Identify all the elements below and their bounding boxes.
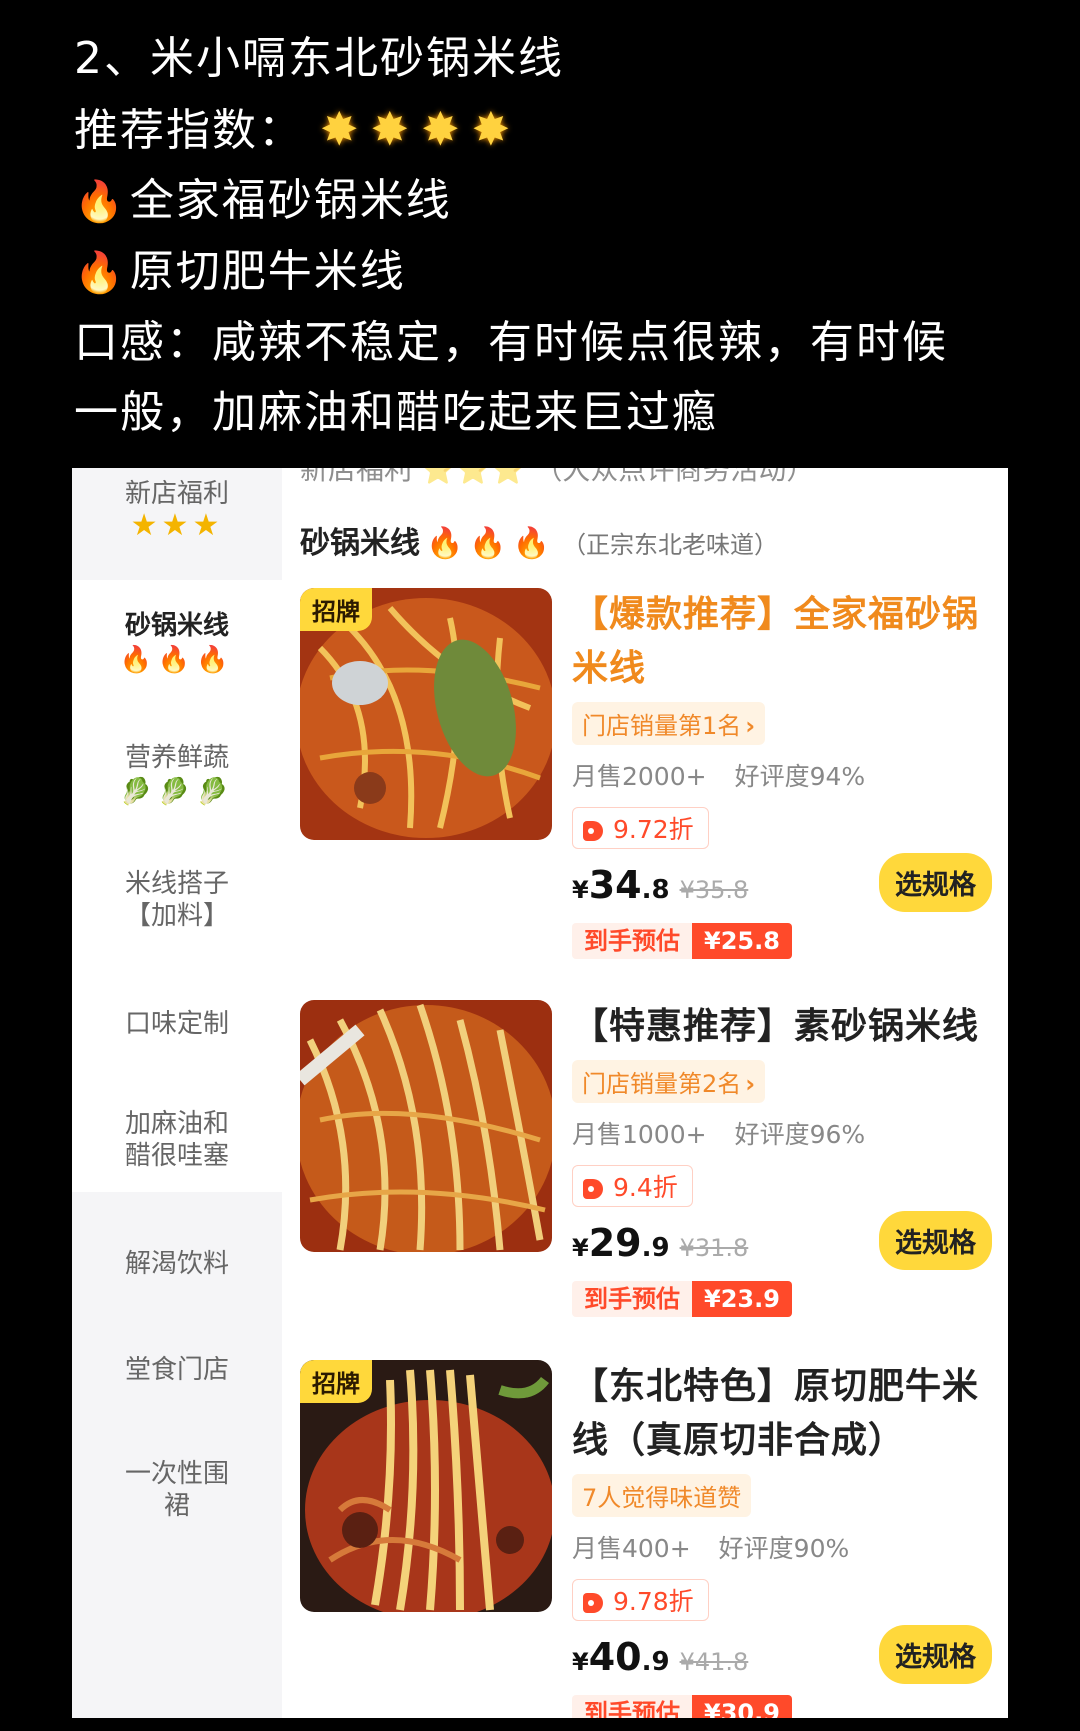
category-title: 砂锅米线	[300, 526, 420, 561]
praise-tag[interactable]: 7人觉得味道赞	[572, 1474, 752, 1517]
product-info: 【爆款推荐】全家福砂锅米线 门店销量第1名 › 月售2000+ 好评度94% 9.7…	[572, 588, 992, 959]
select-spec-button[interactable]: 选规格	[879, 1211, 992, 1270]
price-tag-icon	[583, 1593, 603, 1613]
discount-tag: 9.72折	[572, 807, 709, 849]
rating-label: 推荐指数：	[74, 105, 304, 156]
chevron-right-icon: ›	[745, 1070, 756, 1098]
discount-tag: 9.4折	[572, 1165, 693, 1207]
select-spec-button[interactable]: 选规格	[879, 853, 992, 912]
category-note: （正宗东北老味道）	[562, 531, 779, 559]
fire-icon: 🔥🔥🔥	[426, 526, 557, 561]
category-sidebar: 新店福利 ★★★ 砂锅米线 🔥🔥🔥 营养鲜蔬 🥬🥬🥬 米线搭子 【加料】 口味定…	[72, 468, 282, 1718]
original-price: ¥35.8	[679, 876, 749, 904]
product-info: 【东北特色】原切肥牛米线（真原切非合成） 7人觉得味道赞 月售400+ 好评度90…	[572, 1360, 992, 1718]
category-header: 砂锅米线 🔥🔥🔥 （正宗东北老味道）	[300, 518, 778, 562]
product-card[interactable]: 招牌 【东北特色】原切肥牛米线（真原切非合成） 7人觉得味道赞 月售400+ 好评…	[300, 1360, 1000, 1718]
product-image[interactable]	[300, 1000, 552, 1252]
sidebar-item-sesame-vinegar[interactable]: 加麻油和 醋很哇塞	[72, 1108, 282, 1188]
chevron-right-icon: ›	[745, 712, 756, 740]
price-tag-icon	[583, 821, 603, 841]
star-icon: ✸	[320, 102, 361, 156]
price-row: ¥34.8 ¥35.8 选规格	[572, 853, 992, 913]
product-image[interactable]: 招牌	[300, 1360, 552, 1612]
product-image[interactable]: 招牌	[300, 588, 552, 840]
original-price: ¥31.8	[679, 1234, 749, 1262]
sales-stats: 月售2000+ 好评度94%	[572, 762, 866, 791]
price: 34	[588, 863, 642, 907]
sidebar-item-dine-in[interactable]: 堂食门店	[72, 1354, 282, 1394]
price: 40	[588, 1635, 642, 1679]
stars-icon: ★★★	[130, 508, 224, 543]
taste-line-1: 口感：咸辣不稳定，有时候点很辣，有时候	[74, 317, 948, 368]
sidebar-item-toppings[interactable]: 米线搭子 【加料】	[72, 868, 282, 948]
caption-title: 2、米小嗝东北砂锅米线	[74, 33, 564, 84]
estimated-price: 到手预估 ¥25.8	[572, 923, 792, 959]
select-spec-button[interactable]: 选规格	[879, 1625, 992, 1684]
caption: 2、米小嗝东北砂锅米线 推荐指数： ✸ ✸ ✸ ✸ 🔥全家福砂锅米线 🔥原切肥牛米线 …	[74, 24, 1034, 448]
price: 29	[588, 1221, 642, 1265]
star-icon: ✸	[421, 102, 462, 156]
product-info: 【特惠推荐】素砂锅米线 门店销量第2名 › 月售1000+ 好评度96% 9.4折 …	[572, 1000, 992, 1317]
price-row: ¥40.9 ¥41.8 选规格	[572, 1625, 992, 1685]
estimated-price: 到手预估 ¥23.9	[572, 1281, 792, 1317]
recommend-line-1: 🔥全家福砂锅米线	[74, 175, 452, 226]
rating-line: 推荐指数： ✸ ✸ ✸ ✸	[74, 94, 1034, 166]
signature-badge: 招牌	[300, 588, 372, 631]
product-name[interactable]: 【特惠推荐】素砂锅米线	[572, 1000, 992, 1054]
price-tag-icon	[583, 1179, 603, 1199]
product-name[interactable]: 【东北特色】原切肥牛米线（真原切非合成）	[572, 1360, 992, 1468]
fire-icon: 🔥	[74, 179, 126, 225]
product-list: 新店福利 ⭐⭐⭐ （大众点评商务活动） 砂锅米线 🔥🔥🔥 （正宗东北老味道） 招牌	[282, 468, 1008, 1718]
product-card[interactable]: 【特惠推荐】素砂锅米线 门店销量第2名 › 月售1000+ 好评度96% 9.4折 …	[300, 1000, 1000, 1360]
signature-badge: 招牌	[300, 1360, 372, 1403]
sales-stats: 月售400+ 好评度90%	[572, 1534, 850, 1563]
sidebar-item-apron[interactable]: 一次性围 裙	[72, 1458, 282, 1538]
original-price: ¥41.8	[679, 1648, 749, 1676]
discount-tag: 9.78折	[572, 1579, 709, 1621]
rank-tag[interactable]: 门店销量第2名 ›	[572, 1060, 766, 1103]
sidebar-item-drinks[interactable]: 解渴饮料	[72, 1248, 282, 1288]
product-name[interactable]: 【爆款推荐】全家福砂锅米线	[572, 588, 992, 696]
sidebar-item-vegetables[interactable]: 营养鲜蔬 🥬🥬🥬	[72, 724, 282, 834]
fire-icon: 🔥	[74, 250, 126, 296]
menu-screenshot: 新店福利 ★★★ 砂锅米线 🔥🔥🔥 营养鲜蔬 🥬🥬🥬 米线搭子 【加料】 口味定…	[72, 468, 1008, 1718]
previous-category-header: 新店福利 ⭐⭐⭐ （大众点评商务活动）	[300, 468, 815, 486]
recommend-line-2: 🔥原切肥牛米线	[74, 246, 406, 297]
rank-tag[interactable]: 门店销量第1名 ›	[572, 702, 766, 745]
star-icon: ✸	[471, 102, 513, 156]
sidebar-item-flavor[interactable]: 口味定制	[72, 1008, 282, 1048]
taste-line-2: 一般，加麻油和醋吃起来巨过瘾	[74, 387, 718, 438]
sidebar-item-new-store[interactable]: 新店福利 ★★★	[72, 468, 282, 580]
price-row: ¥29.9 ¥31.8 选规格	[572, 1211, 992, 1271]
product-card[interactable]: 招牌 【爆款推荐】全家福砂锅米线 门店销量第1名 › 月售2000+ 好评度94% …	[300, 588, 1000, 959]
fire-icon: 🔥🔥🔥	[119, 645, 235, 675]
estimated-price: 到手预估 ¥30.9	[572, 1695, 792, 1718]
lettuce-icon: 🥬🥬🥬	[119, 777, 235, 807]
sales-stats: 月售1000+ 好评度96%	[572, 1120, 866, 1149]
star-icon: ✸	[370, 102, 412, 156]
